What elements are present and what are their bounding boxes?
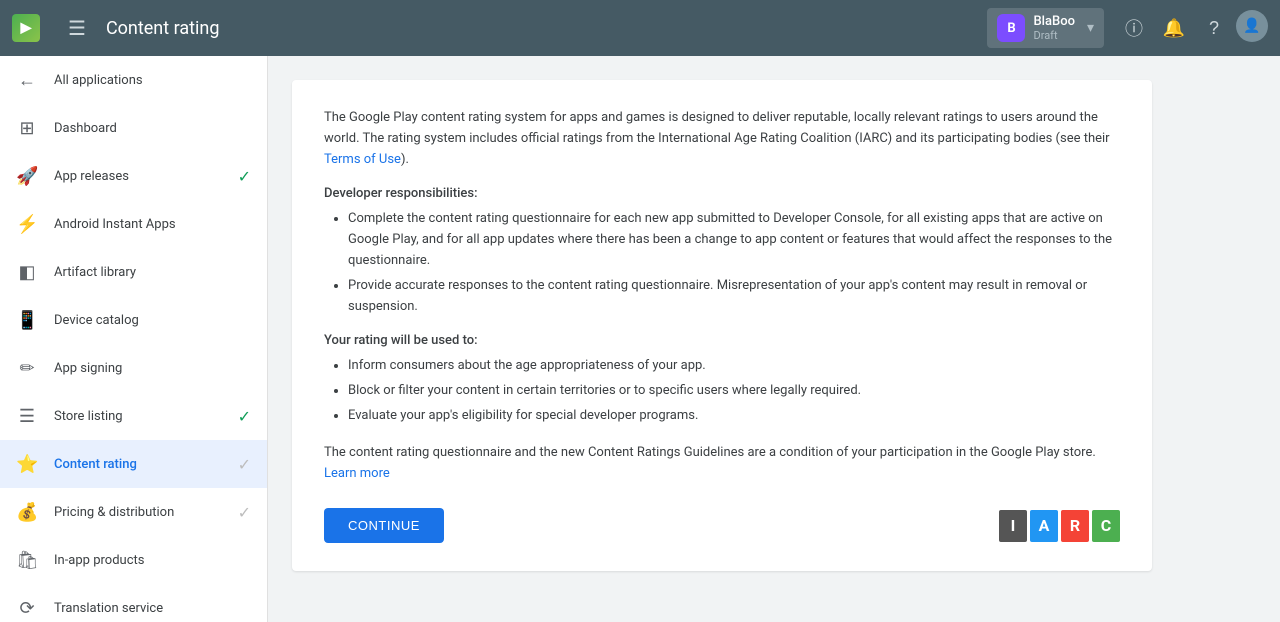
dev-responsibilities-list: Complete the content rating questionnair… (324, 209, 1120, 317)
store-listing-icon: ☰ (16, 406, 38, 427)
sidebar-dashboard-label: Dashboard (54, 121, 251, 136)
iarc-letter-r: R (1061, 510, 1089, 542)
bullet-1: Complete the content rating questionnair… (348, 209, 1120, 271)
continue-button[interactable]: CONTINUE (324, 508, 444, 543)
logo-icon: ▶ (12, 14, 40, 42)
app-status: Draft (1033, 29, 1075, 42)
menu-button[interactable]: ☰ (60, 8, 94, 49)
app-signing-icon: ✏ (16, 358, 38, 379)
android-instant-apps-icon: ⚡ (16, 214, 38, 235)
intro-paragraph: The Google Play content rating system fo… (324, 108, 1120, 170)
pricing-distribution-icon: 💰 (16, 502, 38, 523)
content-rating-icon: ⭐ (16, 454, 38, 475)
app-icon: B (997, 14, 1025, 42)
bullet-4: Block or filter your content in certain … (348, 381, 1120, 402)
notifications-button[interactable]: 🔔 (1156, 10, 1192, 46)
sidebar-item-all-applications[interactable]: ← All applications (0, 56, 267, 104)
sidebar-store-listing-label: Store listing (54, 409, 222, 424)
sidebar-item-app-signing[interactable]: ✏ App signing (0, 344, 267, 392)
iarc-letter-a: A (1030, 510, 1058, 542)
sidebar-content-rating-label: Content rating (54, 457, 222, 472)
topbar: ▶ ☰ Content rating B BlaBoo Draft ▾ ⓘ 🔔 … (0, 0, 1280, 56)
app-releases-icon: 🚀 (16, 166, 38, 187)
app-selector[interactable]: B BlaBoo Draft ▾ (987, 8, 1104, 48)
sidebar-item-artifact-library[interactable]: ◧ Artifact library (0, 248, 267, 296)
sidebar-item-pricing-distribution[interactable]: 💰 Pricing & distribution ✓ (0, 488, 267, 536)
in-app-products-icon: 🛍 (16, 550, 38, 571)
info-button[interactable]: ⓘ (1116, 10, 1152, 46)
device-catalog-icon: 📱 (16, 310, 38, 331)
store-listing-check-icon: ✓ (238, 407, 251, 426)
sidebar-item-content-rating[interactable]: ⭐ Content rating ✓ (0, 440, 267, 488)
sidebar-item-in-app-products[interactable]: 🛍 In-app products (0, 536, 267, 584)
learn-more-link[interactable]: Learn more (324, 466, 390, 481)
sidebar-app-releases-label: App releases (54, 169, 222, 184)
artifact-library-icon: ◧ (16, 262, 38, 283)
topbar-icons: ⓘ 🔔 ? 👤 (1116, 10, 1268, 46)
continue-section: CONTINUE I A R C (324, 508, 1120, 543)
sidebar-pricing-distribution-label: Pricing & distribution (54, 505, 222, 520)
sidebar: ← All applications ⊞ Dashboard 🚀 App rel… (0, 56, 268, 622)
app-name: BlaBoo (1033, 14, 1075, 29)
sidebar-in-app-products-label: In-app products (54, 553, 251, 568)
sidebar-device-catalog-label: Device catalog (54, 313, 251, 328)
your-rating-list: Inform consumers about the age appropria… (324, 356, 1120, 426)
your-rating-title: Your rating will be used to: (324, 333, 1120, 348)
content-card: The Google Play content rating system fo… (292, 80, 1152, 571)
terms-of-use-link[interactable]: Terms of Use (324, 152, 401, 167)
dashboard-icon: ⊞ (16, 118, 38, 139)
sidebar-item-translation-service[interactable]: ⟳ Translation service (0, 584, 267, 622)
iarc-letter-c: C (1092, 510, 1120, 542)
iarc-letter-i: I (999, 510, 1027, 542)
sidebar-app-signing-label: App signing (54, 361, 251, 376)
avatar[interactable]: 👤 (1236, 10, 1268, 42)
content-rating-check-icon: ✓ (238, 455, 251, 474)
sidebar-artifact-library-label: Artifact library (54, 265, 251, 280)
pricing-distribution-check-icon: ✓ (238, 503, 251, 522)
sidebar-item-android-instant-apps[interactable]: ⚡ Android Instant Apps (0, 200, 267, 248)
page-title: Content rating (106, 18, 976, 39)
sidebar-android-instant-apps-label: Android Instant Apps (54, 217, 251, 232)
iarc-logo: I A R C (999, 510, 1120, 542)
chevron-down-icon: ▾ (1087, 20, 1094, 36)
sidebar-item-store-listing[interactable]: ☰ Store listing ✓ (0, 392, 267, 440)
dev-responsibilities-title: Developer responsibilities: (324, 186, 1120, 201)
sidebar-item-app-releases[interactable]: 🚀 App releases ✓ (0, 152, 267, 200)
bullet-5: Evaluate your app's eligibility for spec… (348, 406, 1120, 427)
footer-paragraph: The content rating questionnaire and the… (324, 443, 1120, 485)
sidebar-item-device-catalog[interactable]: 📱 Device catalog (0, 296, 267, 344)
sidebar-back-label: All applications (54, 73, 251, 88)
translation-service-icon: ⟳ (16, 598, 38, 619)
sidebar-item-dashboard[interactable]: ⊞ Dashboard (0, 104, 267, 152)
app-logo: ▶ (12, 14, 40, 42)
bullet-2: Provide accurate responses to the conten… (348, 276, 1120, 318)
main-layout: ← All applications ⊞ Dashboard 🚀 App rel… (0, 56, 1280, 622)
help-button[interactable]: ? (1196, 10, 1232, 46)
content-area: The Google Play content rating system fo… (268, 56, 1280, 622)
back-icon: ← (16, 70, 38, 91)
bullet-3: Inform consumers about the age appropria… (348, 356, 1120, 377)
app-releases-check-icon: ✓ (238, 167, 251, 186)
sidebar-translation-service-label: Translation service (54, 601, 251, 616)
app-info: BlaBoo Draft (1033, 14, 1075, 42)
